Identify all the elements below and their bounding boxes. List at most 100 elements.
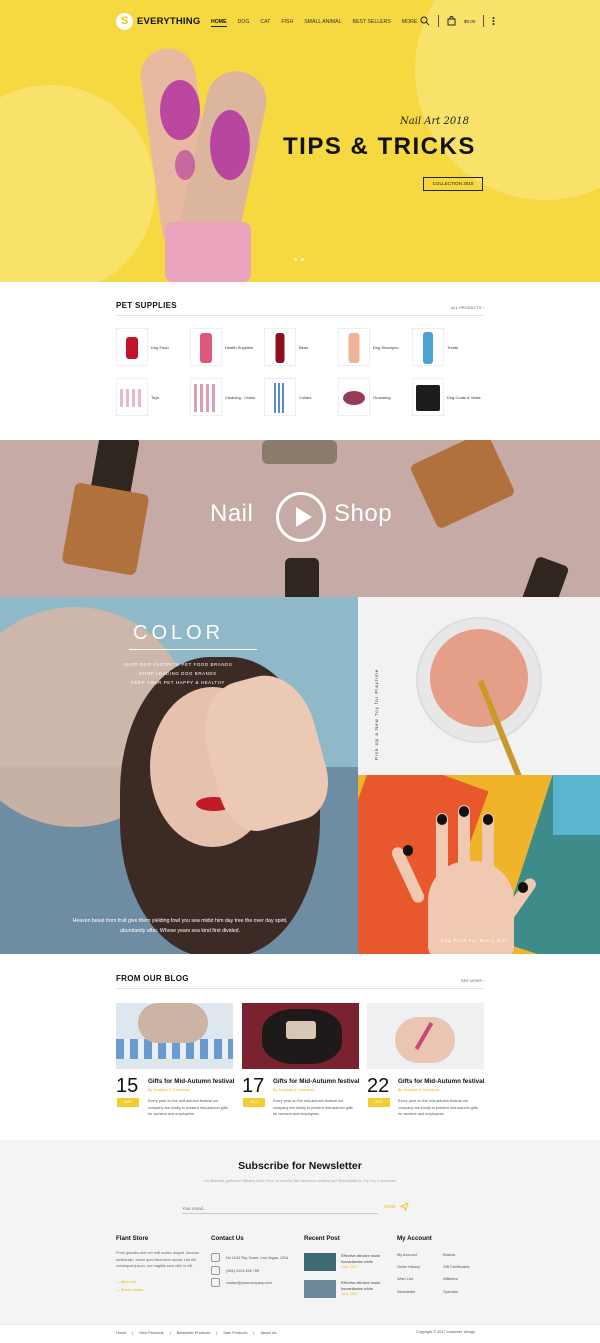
category-item[interactable]: Dog Shampoo xyxy=(338,328,412,366)
bottom-link-sale[interactable]: Sale Products xyxy=(223,1330,247,1335)
color-tagline: SHOP LEADING DOG BRANDS xyxy=(139,671,217,676)
footer-link[interactable]: Affiliates xyxy=(443,1276,458,1281)
category-item[interactable]: Dog Food xyxy=(116,328,190,366)
footer-link[interactable]: Gift Certificates xyxy=(443,1264,470,1269)
bottle-cap xyxy=(285,558,319,597)
footer-link[interactable]: Order History xyxy=(397,1264,420,1269)
recent-post[interactable]: Effective altruism rosist humanitarian w… xyxy=(304,1253,389,1271)
dog-food-caption: Dog Food For Every Diet xyxy=(441,938,508,943)
slider-dots[interactable] xyxy=(294,258,304,261)
blog-post-title[interactable]: Gifts for Mid-Autumn festival xyxy=(148,1078,234,1085)
category-item[interactable]: Toys xyxy=(116,378,190,416)
footer-store-link[interactable]: — About Us xyxy=(116,1279,136,1286)
newsletter-send-button[interactable]: SEND xyxy=(384,1204,396,1209)
category-label: Toys xyxy=(151,394,160,400)
newsletter-title: Subscribe for Newsletter xyxy=(238,1160,362,1172)
blog-meta: By Jonathan 0 Comments xyxy=(148,1088,190,1092)
color-tagline: SHOP OUR FAVORITE PET FOOD BRANDS xyxy=(123,662,233,667)
menu-item-best-sellers[interactable]: BEST SELLERS xyxy=(353,19,391,27)
footer-bottom-links: Home | New Products | Bestseller Products |… xyxy=(116,1330,276,1335)
hero-paint xyxy=(210,110,250,180)
blog-image[interactable] xyxy=(367,1003,484,1069)
play-icon[interactable] xyxy=(276,492,326,542)
category-item[interactable]: Dog Coats & Vests xyxy=(412,378,486,416)
blog-card[interactable] xyxy=(242,1003,359,1069)
all-products-link[interactable]: ALL PRODUCTS › xyxy=(451,305,484,310)
bottom-link-about[interactable]: About Us xyxy=(260,1330,276,1335)
see-more-link[interactable]: SEE MORE › xyxy=(461,978,485,983)
color-caption: Heaven beast from fruit give them yieldi… xyxy=(72,918,288,934)
blog-post-title[interactable]: Gifts for Mid-Autumn festival xyxy=(398,1078,484,1085)
category-label: Dog Food xyxy=(151,344,169,350)
category-item[interactable]: Cleaning - Odour xyxy=(190,378,264,416)
section-divider xyxy=(116,988,484,989)
bottom-link-home[interactable]: Home xyxy=(116,1330,126,1335)
slider-dot[interactable] xyxy=(301,258,304,261)
collection-button[interactable]: COLLECTION 2018 xyxy=(423,177,483,191)
mail-icon xyxy=(211,1278,220,1287)
cart-total[interactable]: $0.00 xyxy=(464,19,475,24)
page: Nail Art 2018 TIPS & TRICKS COLLECTION 2… xyxy=(0,0,600,1343)
menu-item-more[interactable]: MORE xyxy=(402,19,418,27)
nail xyxy=(437,814,447,825)
bottom-link-bestseller[interactable]: Bestseller Products xyxy=(177,1330,211,1335)
menu-item-fish[interactable]: FISH xyxy=(281,19,293,27)
email-text: contac@yourcompany.com xyxy=(226,1280,272,1285)
newsletter-email-input[interactable] xyxy=(182,1203,378,1214)
blog-image[interactable] xyxy=(242,1003,359,1069)
hero-paint xyxy=(175,150,195,180)
video-text-left: Nail xyxy=(210,500,254,527)
category-thumb xyxy=(190,328,222,366)
color-banner[interactable] xyxy=(0,597,358,954)
nail-bottle xyxy=(61,482,150,576)
category-item[interactable]: Grooming xyxy=(338,378,412,416)
category-thumb xyxy=(412,328,444,366)
footer-phone: (084) 0123 456 789 xyxy=(211,1266,259,1275)
paper-plane-icon[interactable] xyxy=(400,1202,409,1211)
category-item[interactable]: Health Supplies xyxy=(190,328,264,366)
blog-day: 17 xyxy=(242,1075,265,1097)
menu-item-small-animal[interactable]: SMALL ANIMAL xyxy=(304,19,341,27)
logo[interactable]: S EVERYTHING xyxy=(116,13,200,30)
recent-post-title[interactable]: Effective altruism rosist humanitarian w… xyxy=(341,1280,389,1292)
category-item[interactable]: Collars xyxy=(264,378,338,416)
hand-banner[interactable] xyxy=(358,775,600,954)
footer-store-link[interactable]: — Store Locator xyxy=(116,1287,144,1294)
more-vertical-icon[interactable] xyxy=(492,16,495,26)
blog-card[interactable] xyxy=(116,1003,233,1069)
blog-excerpt: Every year on the mid-autumn festival ou… xyxy=(148,1099,228,1116)
phone-icon xyxy=(211,1266,220,1275)
cart-icon[interactable] xyxy=(447,16,456,26)
recent-post-thumb[interactable] xyxy=(304,1253,336,1271)
recent-post-date: Jul 6, 2017 xyxy=(341,1265,358,1269)
menu-item-home[interactable]: HOME xyxy=(211,19,227,27)
footer-link[interactable]: My Account xyxy=(397,1252,417,1257)
footer-link[interactable]: Specials xyxy=(443,1289,458,1294)
separator: | xyxy=(216,1330,218,1335)
footer-link[interactable]: Newsletter xyxy=(397,1289,415,1294)
hero-title: TIPS & TRICKS xyxy=(283,133,476,160)
blog-image[interactable] xyxy=(116,1003,233,1069)
blog-card[interactable] xyxy=(367,1003,484,1069)
recent-post-title[interactable]: Effective altruism rosist humanitarian w… xyxy=(341,1253,389,1265)
bottom-link-new-products[interactable]: New Products xyxy=(139,1330,163,1335)
recent-post[interactable]: Effective altruism rosist humanitarian w… xyxy=(304,1280,389,1298)
category-item[interactable]: Beds xyxy=(264,328,338,366)
category-label: Cleaning - Odour xyxy=(225,394,256,400)
recent-post-thumb[interactable] xyxy=(304,1280,336,1298)
footer-link[interactable]: Brands xyxy=(443,1252,455,1257)
category-label: Treats xyxy=(447,344,459,350)
footer-recent-title: Recent Post xyxy=(304,1235,340,1242)
blog-meta: By Jonathan 0 Comments xyxy=(398,1088,440,1092)
menu-item-dog[interactable]: DOG xyxy=(238,19,250,27)
see-more-label: SEE MORE xyxy=(461,978,483,983)
blog-day: 22 xyxy=(367,1075,390,1097)
menu-item-cat[interactable]: CAT xyxy=(260,19,270,27)
search-icon[interactable] xyxy=(420,16,430,26)
powder-banner[interactable] xyxy=(358,597,600,775)
footer-email[interactable]: contac@yourcompany.com xyxy=(211,1278,272,1287)
category-item[interactable]: Treats xyxy=(412,328,486,366)
footer-link[interactable]: Wish List xyxy=(397,1276,413,1281)
slider-dot[interactable] xyxy=(294,258,297,261)
blog-post-title[interactable]: Gifts for Mid-Autumn festival xyxy=(273,1078,359,1085)
